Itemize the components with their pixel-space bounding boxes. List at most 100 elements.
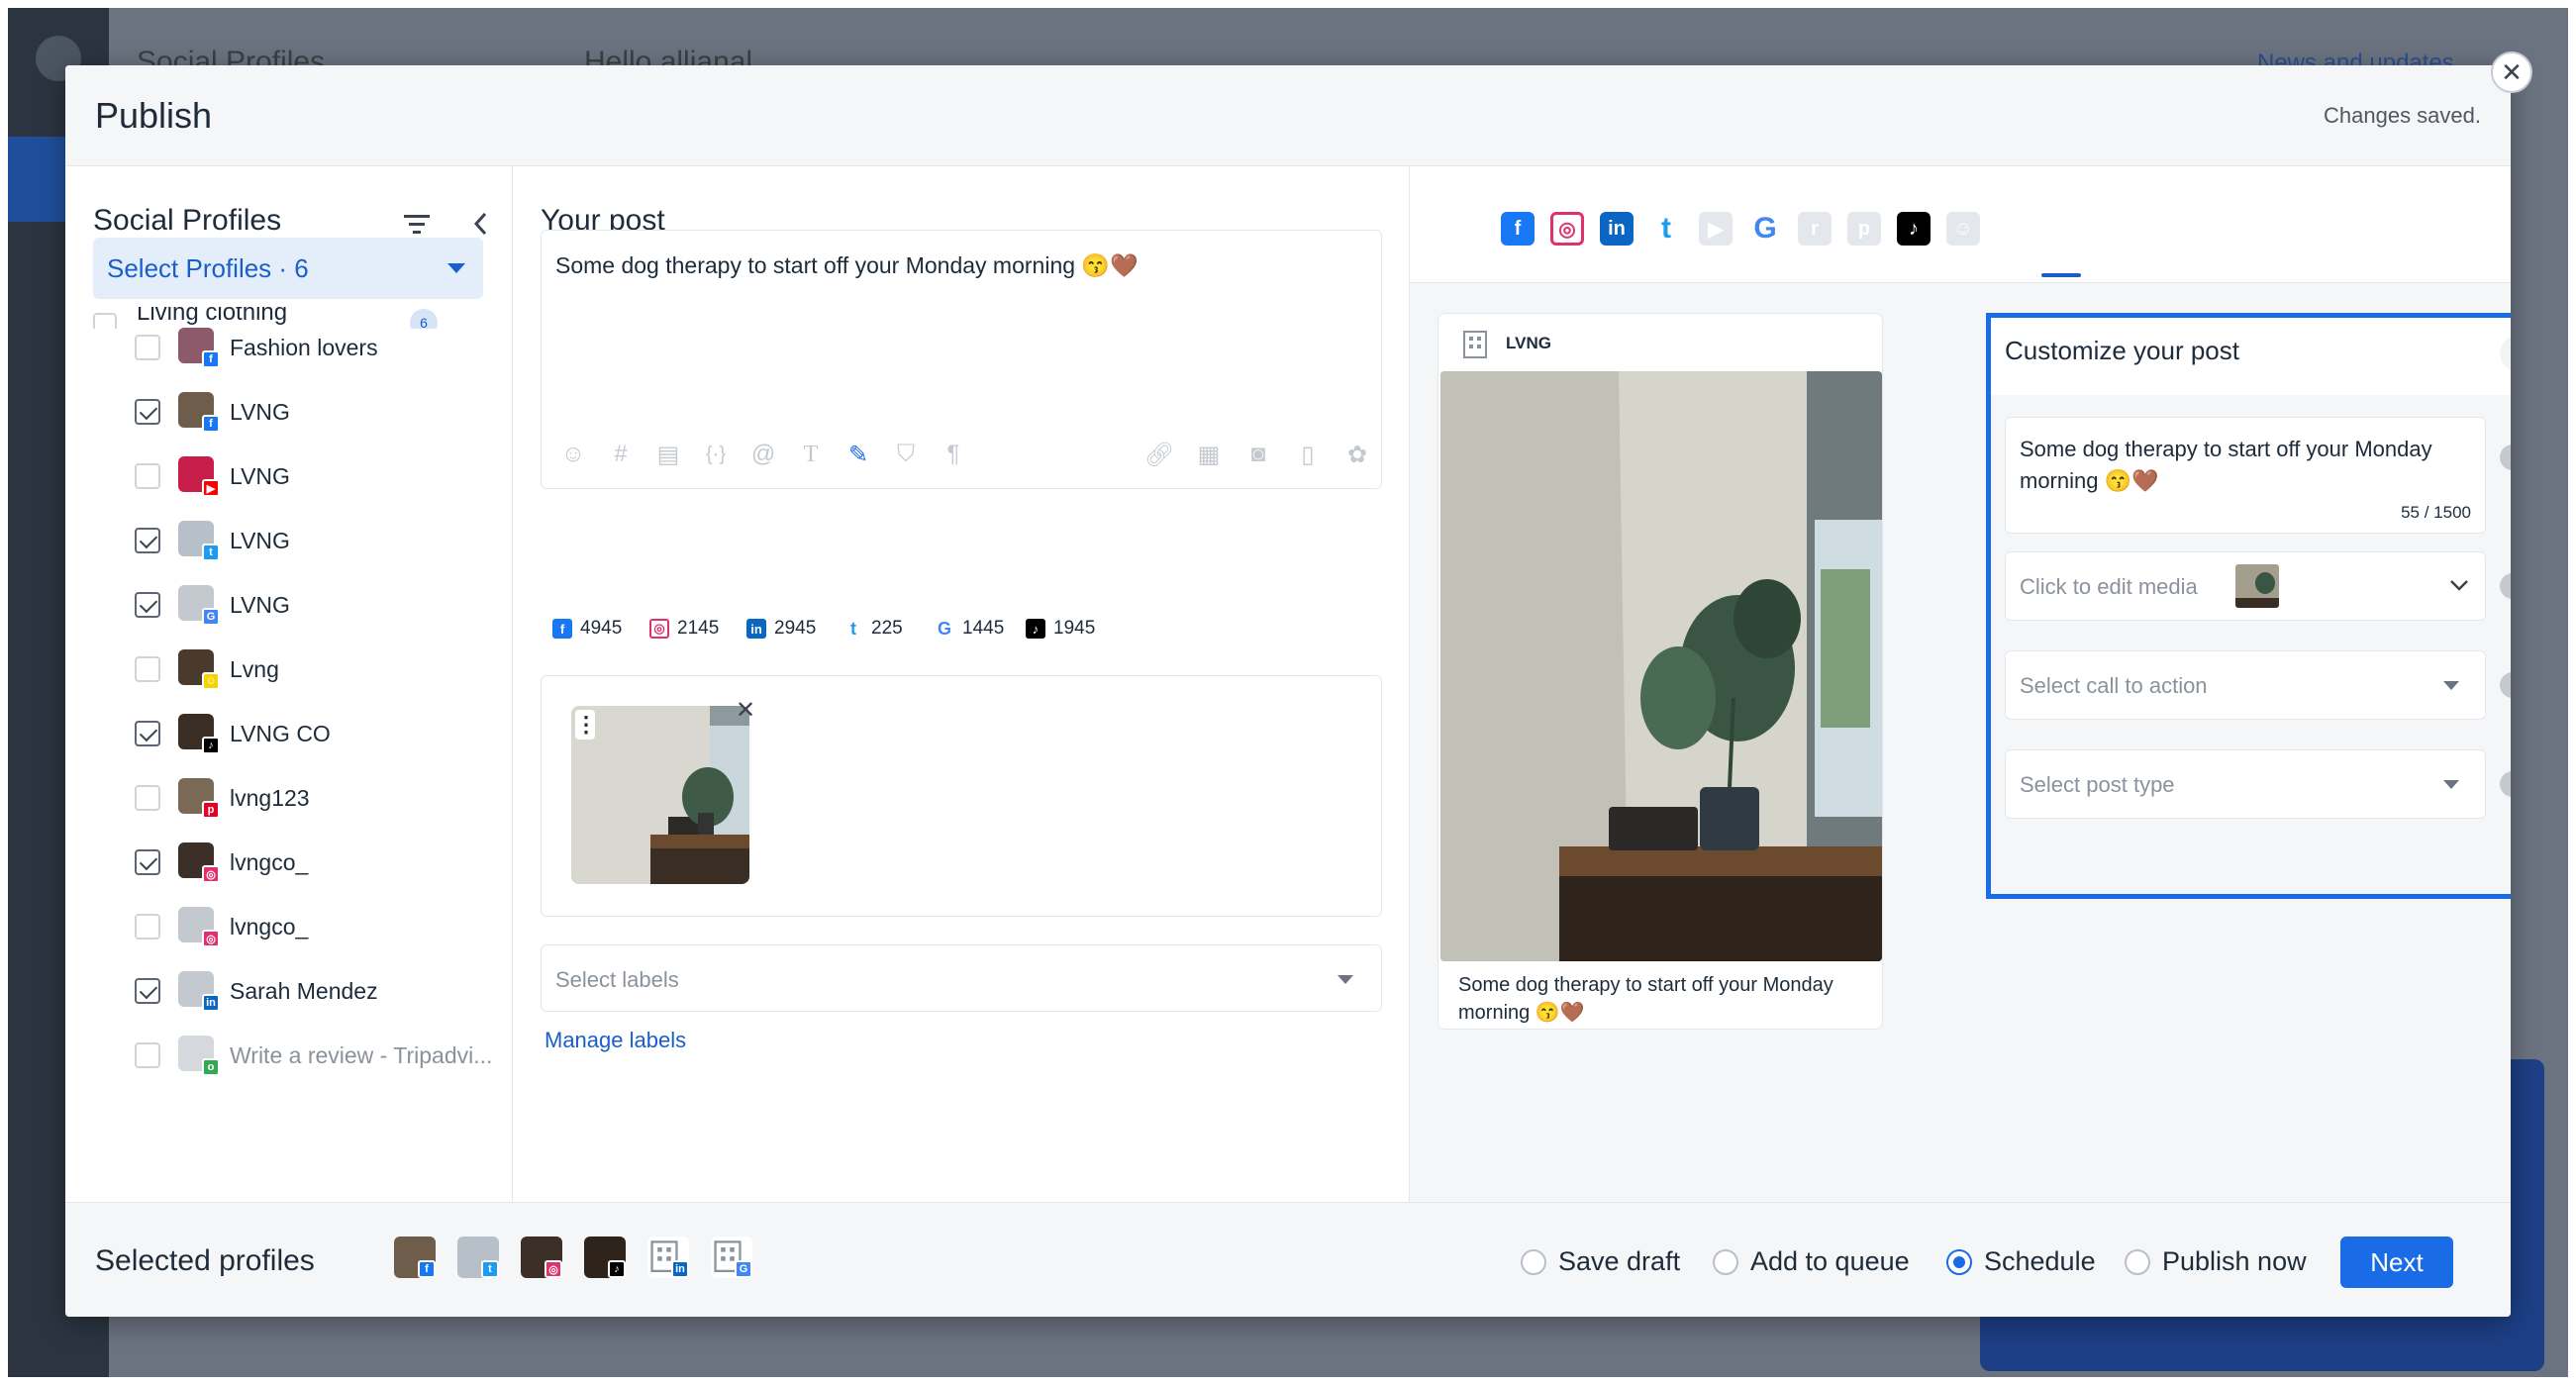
snapchat-icon: ☺	[202, 672, 220, 690]
profile-row[interactable]: f LVNG	[65, 379, 513, 444]
chevron-down-icon	[2450, 580, 2468, 591]
profile-checkbox[interactable]	[135, 914, 160, 940]
edit-media-field[interactable]: Click to edit media	[2005, 551, 2486, 621]
profile-checkbox[interactable]	[135, 785, 160, 811]
select-profiles-dropdown[interactable]: Select Profiles · 6	[93, 238, 483, 299]
profile-checkbox[interactable]	[135, 592, 160, 618]
profile-row[interactable]: t LVNG	[65, 508, 513, 572]
post-type-placeholder: Select post type	[2020, 772, 2175, 797]
close-modal-button[interactable]: ✕	[2491, 51, 2532, 93]
hashtag-icon[interactable]: #	[605, 439, 637, 470]
profile-row[interactable]: o Write a review - Tripadvi...	[65, 1023, 513, 1087]
twitter-tab-icon[interactable]: t	[1649, 212, 1683, 246]
profile-checkbox[interactable]	[135, 656, 160, 682]
mention-icon[interactable]: @	[747, 439, 779, 470]
profile-name: LVNG	[230, 592, 290, 618]
profile-row[interactable]: f Fashion lovers	[65, 315, 513, 379]
radio-button[interactable]	[1713, 1248, 1738, 1275]
char-count-instagram: ◎ 2145	[649, 614, 719, 643]
option-schedule[interactable]: Schedule	[1946, 1246, 2096, 1277]
manage-labels-link[interactable]: Manage labels	[545, 1028, 686, 1053]
filter-icon[interactable]	[402, 212, 432, 236]
profile-checkbox[interactable]	[135, 721, 160, 746]
profile-row[interactable]: G LVNG	[65, 572, 513, 637]
profile-row[interactable]: p lvng123	[65, 765, 513, 830]
profile-checkbox[interactable]	[135, 1042, 160, 1068]
tiktok-icon: ♪	[202, 737, 220, 754]
reddit-tab-icon[interactable]: r	[1798, 212, 1832, 246]
info-icon[interactable]: i	[2500, 573, 2511, 599]
radio-button[interactable]	[2125, 1248, 2150, 1275]
facebook-icon: f	[552, 619, 572, 639]
photo-image	[571, 706, 749, 884]
linkedin-tab-icon[interactable]: in	[1600, 212, 1634, 246]
emoji-icon[interactable]: ☺	[557, 439, 589, 470]
variables-icon[interactable]: {·}	[700, 439, 732, 470]
radio-button[interactable]	[1521, 1248, 1546, 1275]
char-count-value: 2945	[774, 618, 817, 639]
info-icon[interactable]: i	[2500, 771, 2511, 797]
pinterest-tab-icon[interactable]: p	[1847, 212, 1881, 246]
twitter-icon: t	[850, 618, 856, 639]
snapchat-tab-icon[interactable]: ☺	[1946, 212, 1980, 246]
pinterest-icon: p	[202, 801, 220, 819]
integrations-icon[interactable]: ✿	[1341, 439, 1373, 470]
profile-checkbox[interactable]	[135, 335, 160, 360]
profile-checkbox[interactable]	[135, 978, 160, 1004]
shield-icon[interactable]: ⛉	[890, 439, 922, 470]
post-text-area[interactable]: Some dog therapy to start off your Monda…	[541, 230, 1382, 489]
media-thumbnail[interactable]: ⋮	[571, 706, 749, 884]
camera-icon[interactable]: ◙	[1242, 439, 1274, 470]
remove-media-icon[interactable]: ✕	[736, 696, 755, 725]
profile-row[interactable]: in Sarah Mendez	[65, 958, 513, 1023]
avatar: ◎	[521, 1237, 562, 1278]
google-icon: G	[202, 608, 220, 626]
profile-checkbox[interactable]	[135, 463, 160, 489]
template-icon[interactable]: ▤	[652, 439, 684, 470]
option-add-to-queue[interactable]: Add to queue	[1713, 1246, 1910, 1277]
info-icon[interactable]: i	[2500, 445, 2511, 470]
collapse-panel-icon[interactable]	[471, 210, 491, 238]
document-icon[interactable]: ▯	[1292, 439, 1324, 470]
custom-text-field[interactable]: Some dog therapy to start off your Monda…	[2005, 417, 2486, 534]
call-to-action-select[interactable]: Select call to action	[2005, 650, 2486, 720]
labels-select[interactable]: Select labels	[541, 944, 1382, 1012]
post-preview-card: LVNG Some dog therapy to start off your …	[1437, 313, 1883, 1030]
profile-row[interactable]: ▶ LVNG	[65, 444, 513, 508]
instagram-icon: ◎	[202, 865, 220, 883]
facebook-tab-icon[interactable]: f	[1501, 212, 1535, 246]
tiktok-icon: ♪	[608, 1260, 626, 1278]
paragraph-icon[interactable]: ¶	[938, 439, 969, 470]
media-options-icon[interactable]: ⋮	[575, 710, 597, 740]
next-button[interactable]: Next	[2340, 1237, 2453, 1288]
youtube-tab-icon[interactable]: ▶	[1699, 212, 1733, 246]
ai-magic-icon[interactable]: ✎	[842, 439, 874, 470]
gallery-icon[interactable]: ▦	[1193, 439, 1225, 470]
link-icon[interactable]: 🔗︎	[1143, 439, 1175, 470]
editor-toolbar: ☺ # ▤ {·} @ T ✎ ⛉ ¶ 🔗︎ ▦ ◙ ▯ ✿	[557, 439, 1369, 474]
radio-button[interactable]	[1946, 1248, 1972, 1275]
profile-row[interactable]: ◎ lvngco_	[65, 894, 513, 958]
profile-checkbox[interactable]	[135, 849, 160, 875]
char-count-google: G 1445	[935, 614, 1004, 643]
tiktok-tab-icon[interactable]: ♪	[1897, 212, 1931, 246]
profile-row[interactable]: ◎ lvngco_	[65, 830, 513, 894]
chevron-down-icon	[2443, 681, 2459, 690]
profile-row[interactable]: ☺ Lvng	[65, 637, 513, 701]
profiles-panel: Social Profiles Select Profiles · 6 Livi…	[65, 166, 513, 1202]
twitter-icon: t	[202, 544, 220, 561]
option-save-draft[interactable]: Save draft	[1521, 1246, 1680, 1277]
chevron-down-icon	[1338, 975, 1353, 984]
info-icon[interactable]: i	[2500, 672, 2511, 698]
post-type-select[interactable]: Select post type	[2005, 749, 2486, 819]
profile-row[interactable]: ♪ LVNG CO	[65, 701, 513, 765]
chevron-down-icon	[447, 263, 465, 273]
option-publish-now[interactable]: Publish now	[2125, 1246, 2307, 1277]
profile-checkbox[interactable]	[135, 399, 160, 425]
instagram-tab-icon[interactable]: ◎	[1550, 212, 1584, 246]
profile-checkbox[interactable]	[135, 528, 160, 553]
selected-profiles-title: Selected profiles	[95, 1244, 315, 1277]
text-format-icon[interactable]: T	[795, 439, 827, 470]
google-tab-icon[interactable]: G	[1748, 212, 1782, 246]
chevron-right-icon[interactable]: ›	[2500, 336, 2511, 371]
